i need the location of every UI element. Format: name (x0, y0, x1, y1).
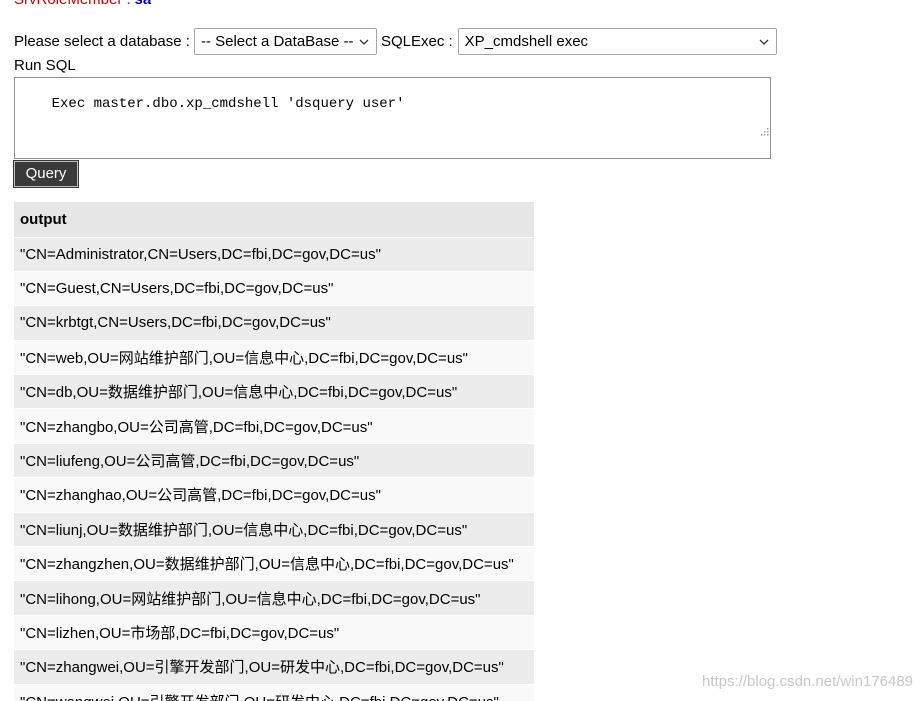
table-cell: "CN=liunj,OU=数据维护部门,OU=信息中心,DC=fbi,DC=go… (14, 512, 534, 548)
table-row: "CN=web,OU=网站维护部门,OU=信息中心,DC=fbi,DC=gov,… (14, 340, 534, 376)
database-selection-row: Please select a database : -- Select a D… (14, 28, 777, 55)
watermark-text: https://blog.csdn.net/win176489 (702, 673, 913, 690)
sql-query-textarea[interactable]: Exec master.dbo.xp_cmdshell 'dsquery use… (14, 77, 771, 159)
table-cell: "CN=zhangbo,OU=公司高管,DC=fbi,DC=gov,DC=us" (14, 408, 534, 444)
table-cell: "CN=krbtgt,CN=Users,DC=fbi,DC=gov,DC=us" (14, 305, 534, 341)
sqlexec-label: SQLExec : (380, 33, 453, 50)
table-row: "CN=krbtgt,CN=Users,DC=fbi,DC=gov,DC=us" (14, 305, 534, 341)
resize-grip-icon[interactable] (709, 109, 769, 157)
chevron-down-icon (759, 29, 769, 54)
results-column-header: output (14, 202, 534, 238)
results-table: output "CN=Administrator,CN=Users,DC=fbi… (14, 202, 534, 701)
results-header-row: output (14, 202, 534, 238)
sql-query-text: Exec master.dbo.xp_cmdshell 'dsquery use… (51, 96, 405, 112)
database-select[interactable]: -- Select a DataBase -- (193, 28, 377, 55)
sqlexec-select[interactable]: XP_cmdshell exec (457, 28, 777, 55)
server-role-value: sa (135, 0, 152, 8)
table-row: "CN=zhangzhen,OU=数据维护部门,OU=信息中心,DC=fbi,D… (14, 546, 534, 582)
table-row: "CN=liufeng,OU=公司高管,DC=fbi,DC=gov,DC=us" (14, 443, 534, 479)
table-cell: "CN=lizhen,OU=市场部,DC=fbi,DC=gov,DC=us" (14, 615, 534, 651)
table-cell: "CN=zhanghao,OU=公司高管,DC=fbi,DC=gov,DC=us… (14, 477, 534, 513)
database-select-value: -- Select a DataBase -- (200, 33, 354, 50)
table-cell: "CN=lihong,OU=网站维护部门,OU=信息中心,DC=fbi,DC=g… (14, 580, 534, 616)
table-cell: "CN=Administrator,CN=Users,DC=fbi,DC=gov… (14, 237, 534, 272)
table-cell: "CN=web,OU=网站维护部门,OU=信息中心,DC=fbi,DC=gov,… (14, 340, 534, 376)
database-select-label: Please select a database : (14, 33, 190, 50)
table-row: "CN=lizhen,OU=市场部,DC=fbi,DC=gov,DC=us" (14, 615, 534, 651)
server-role-label: SrvRoleMember : (14, 0, 135, 8)
table-cell: "CN=liufeng,OU=公司高管,DC=fbi,DC=gov,DC=us" (14, 443, 534, 479)
table-row: "CN=zhangwei,OU=引擎开发部门,OU=研发中心,DC=fbi,DC… (14, 649, 534, 685)
table-row: "CN=db,OU=数据维护部门,OU=信息中心,DC=fbi,DC=gov,D… (14, 374, 534, 410)
table-cell: "CN=zhangzhen,OU=数据维护部门,OU=信息中心,DC=fbi,D… (14, 546, 534, 582)
table-row: "CN=Administrator,CN=Users,DC=fbi,DC=gov… (14, 237, 534, 272)
sqlexec-select-value: XP_cmdshell exec (464, 33, 589, 50)
table-row: "CN=zhanghao,OU=公司高管,DC=fbi,DC=gov,DC=us… (14, 477, 534, 513)
table-cell: "CN=Guest,CN=Users,DC=fbi,DC=gov,DC=us" (14, 271, 534, 307)
run-sql-label: Run SQL (14, 57, 76, 74)
table-cell: "CN=zhangwei,OU=引擎开发部门,OU=研发中心,DC=fbi,DC… (14, 649, 534, 685)
chevron-down-icon (359, 29, 369, 54)
table-row: "CN=zhangbo,OU=公司高管,DC=fbi,DC=gov,DC=us" (14, 408, 534, 444)
table-cell: "CN=wangwei,OU=引擎开发部门,OU=研发中心,DC=fbi,DC=… (14, 684, 534, 701)
table-cell: "CN=db,OU=数据维护部门,OU=信息中心,DC=fbi,DC=gov,D… (14, 374, 534, 410)
server-role-line: SrvRoleMember : sa (14, 0, 152, 8)
page: SrvRoleMember : sa Please select a datab… (0, 0, 921, 701)
table-row: "CN=lihong,OU=网站维护部门,OU=信息中心,DC=fbi,DC=g… (14, 580, 534, 616)
table-row: "CN=wangwei,OU=引擎开发部门,OU=研发中心,DC=fbi,DC=… (14, 684, 534, 701)
query-button[interactable]: Query (13, 160, 79, 188)
table-row: "CN=liunj,OU=数据维护部门,OU=信息中心,DC=fbi,DC=go… (14, 512, 534, 548)
table-row: "CN=Guest,CN=Users,DC=fbi,DC=gov,DC=us" (14, 271, 534, 307)
